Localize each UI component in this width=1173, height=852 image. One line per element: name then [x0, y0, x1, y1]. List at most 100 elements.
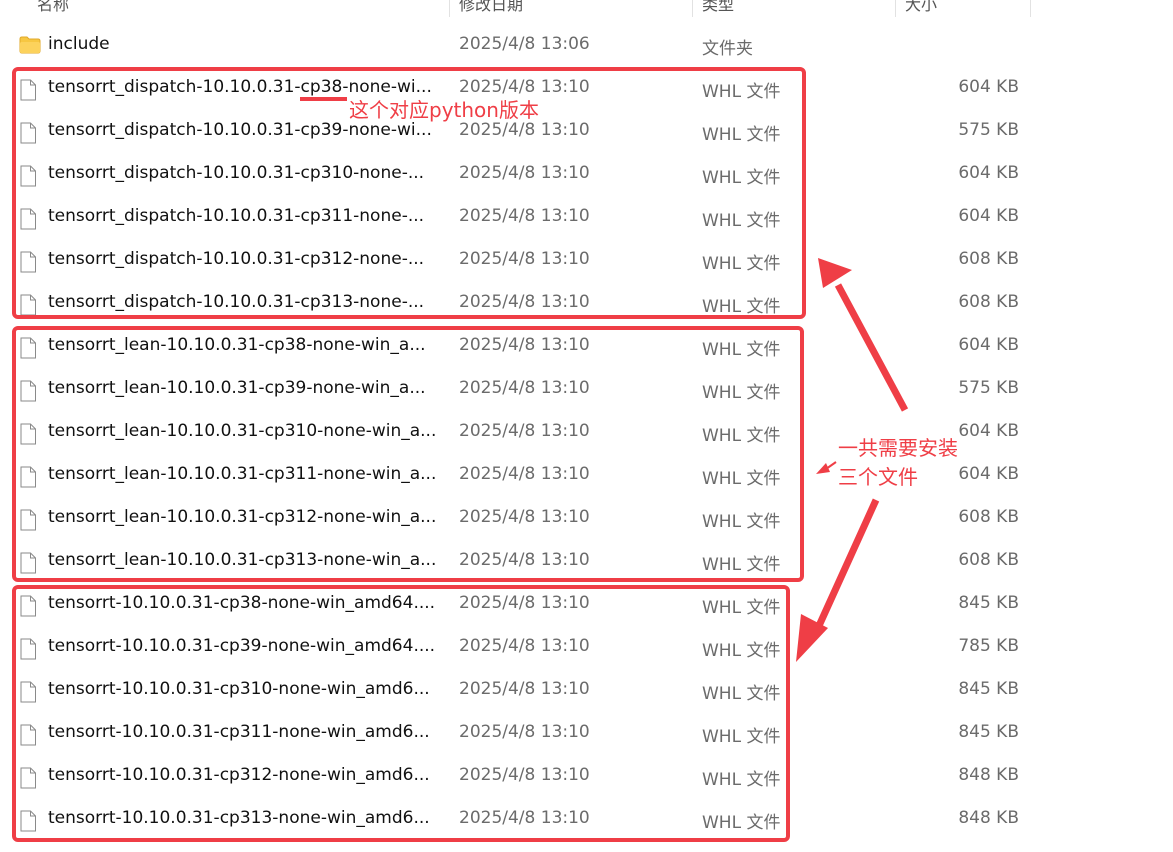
file-type: WHL 文件 — [702, 340, 781, 360]
column-divider[interactable] — [692, 0, 693, 17]
file-name: tensorrt_dispatch-10.10.0.31-cp310-none-… — [48, 163, 425, 183]
file-type: WHL 文件 — [702, 211, 781, 231]
file-icon — [19, 165, 37, 191]
file-date: 2025/4/8 13:10 — [459, 808, 590, 828]
file-size: 575 KB — [958, 378, 1019, 398]
file-date: 2025/4/8 13:10 — [459, 722, 590, 742]
file-size: 608 KB — [958, 249, 1019, 269]
file-icon — [19, 423, 37, 449]
file-icon — [19, 681, 37, 707]
file-icon — [19, 638, 37, 664]
file-name: tensorrt_dispatch-10.10.0.31-cp311-none-… — [48, 206, 425, 226]
file-size: 608 KB — [958, 550, 1019, 570]
file-type: WHL 文件 — [702, 297, 781, 317]
file-name: tensorrt_lean-10.10.0.31-cp311-none-win_… — [48, 464, 437, 484]
file-row[interactable]: tensorrt_dispatch-10.10.0.31-cp313-none-… — [0, 282, 1040, 325]
file-size: 845 KB — [958, 722, 1019, 742]
file-row[interactable]: tensorrt_lean-10.10.0.31-cp39-none-win_a… — [0, 368, 1040, 411]
file-row[interactable]: tensorrt_lean-10.10.0.31-cp312-none-win_… — [0, 497, 1040, 540]
file-size: 604 KB — [958, 163, 1019, 183]
file-icon — [19, 595, 37, 621]
file-size: 604 KB — [958, 335, 1019, 355]
file-type: WHL 文件 — [702, 512, 781, 532]
file-icon — [19, 466, 37, 492]
file-type: WHL 文件 — [702, 684, 781, 704]
file-icon — [19, 208, 37, 234]
file-icon — [19, 337, 37, 363]
file-row[interactable]: tensorrt-10.10.0.31-cp310-none-win_amd6.… — [0, 669, 1040, 712]
file-date: 2025/4/8 13:10 — [459, 206, 590, 226]
annotation-install-note-line2: 三个文件 — [838, 465, 918, 489]
file-date: 2025/4/8 13:10 — [459, 550, 590, 570]
column-type-header[interactable]: 类型 — [702, 0, 734, 15]
file-size: 604 KB — [958, 206, 1019, 226]
file-row[interactable]: tensorrt-10.10.0.31-cp311-none-win_amd6.… — [0, 712, 1040, 755]
folder-icon — [19, 36, 41, 58]
file-icon — [19, 509, 37, 535]
annotation-install-note-line1: 一共需要安装 — [838, 436, 958, 460]
column-size-header[interactable]: 大小 — [905, 0, 937, 15]
annotation-python-version-note: 这个对应python版本 — [349, 98, 539, 122]
folder-row[interactable]: include 2025/4/8 13:06 文件夹 — [0, 24, 1040, 67]
file-date: 2025/4/8 13:10 — [459, 249, 590, 269]
file-type: WHL 文件 — [702, 469, 781, 489]
file-name: tensorrt-10.10.0.31-cp311-none-win_amd6.… — [48, 722, 430, 742]
file-type: 文件夹 — [702, 39, 753, 59]
file-icon — [19, 767, 37, 793]
file-size: 848 KB — [958, 765, 1019, 785]
file-type: WHL 文件 — [702, 383, 781, 403]
file-date: 2025/4/8 13:10 — [459, 593, 590, 613]
file-date: 2025/4/8 13:10 — [459, 335, 590, 355]
file-date: 2025/4/8 13:10 — [459, 77, 590, 97]
file-name: tensorrt-10.10.0.31-cp312-none-win_amd6.… — [48, 765, 430, 785]
file-type: WHL 文件 — [702, 813, 781, 833]
file-date: 2025/4/8 13:10 — [459, 464, 590, 484]
file-date: 2025/4/8 13:10 — [459, 378, 590, 398]
file-name: tensorrt_lean-10.10.0.31-cp38-none-win_a… — [48, 335, 426, 355]
file-icon — [19, 251, 37, 277]
file-name: include — [48, 34, 110, 54]
file-size: 845 KB — [958, 593, 1019, 613]
file-size: 608 KB — [958, 507, 1019, 527]
file-icon — [19, 294, 37, 320]
file-size: 845 KB — [958, 679, 1019, 699]
column-date-header[interactable]: 修改日期 — [459, 0, 523, 15]
file-name: tensorrt_lean-10.10.0.31-cp313-none-win_… — [48, 550, 437, 570]
file-type: WHL 文件 — [702, 770, 781, 790]
file-name: tensorrt-10.10.0.31-cp313-none-win_amd6.… — [48, 808, 430, 828]
file-name: tensorrt_dispatch-10.10.0.31-cp312-none-… — [48, 249, 425, 269]
file-name: tensorrt_dispatch-10.10.0.31-cp39-none-w… — [48, 120, 432, 140]
file-date: 2025/4/8 13:10 — [459, 507, 590, 527]
column-divider[interactable] — [449, 0, 450, 17]
column-divider[interactable] — [895, 0, 896, 17]
file-type: WHL 文件 — [702, 727, 781, 747]
file-type: WHL 文件 — [702, 598, 781, 618]
file-name: tensorrt_dispatch-10.10.0.31-cp38-none-w… — [48, 77, 432, 97]
file-icon — [19, 380, 37, 406]
file-date: 2025/4/8 13:06 — [459, 34, 590, 54]
file-row[interactable]: tensorrt_dispatch-10.10.0.31-cp311-none-… — [0, 196, 1040, 239]
file-date: 2025/4/8 13:10 — [459, 679, 590, 699]
file-size: 608 KB — [958, 292, 1019, 312]
file-icon — [19, 724, 37, 750]
file-row[interactable]: tensorrt-10.10.0.31-cp39-none-win_amd64.… — [0, 626, 1040, 669]
file-row[interactable]: tensorrt-10.10.0.31-cp38-none-win_amd64.… — [0, 583, 1040, 626]
file-date: 2025/4/8 13:10 — [459, 636, 590, 656]
file-type: WHL 文件 — [702, 641, 781, 661]
file-name: tensorrt_lean-10.10.0.31-cp310-none-win_… — [48, 421, 437, 441]
file-size: 604 KB — [958, 77, 1019, 97]
file-row[interactable]: tensorrt_dispatch-10.10.0.31-cp312-none-… — [0, 239, 1040, 282]
file-size: 848 KB — [958, 808, 1019, 828]
column-name-header[interactable]: 名称 — [37, 0, 69, 15]
file-row[interactable]: tensorrt-10.10.0.31-cp312-none-win_amd6.… — [0, 755, 1040, 798]
file-date: 2025/4/8 13:10 — [459, 163, 590, 183]
file-row[interactable]: tensorrt_lean-10.10.0.31-cp38-none-win_a… — [0, 325, 1040, 368]
file-date: 2025/4/8 13:10 — [459, 120, 590, 140]
file-row[interactable]: tensorrt_dispatch-10.10.0.31-cp310-none-… — [0, 153, 1040, 196]
file-row[interactable]: tensorrt_lean-10.10.0.31-cp313-none-win_… — [0, 540, 1040, 583]
file-row[interactable]: tensorrt-10.10.0.31-cp313-none-win_amd6.… — [0, 798, 1040, 841]
file-icon — [19, 79, 37, 105]
file-date: 2025/4/8 13:10 — [459, 765, 590, 785]
file-name: tensorrt-10.10.0.31-cp310-none-win_amd6.… — [48, 679, 430, 699]
column-divider[interactable] — [1030, 0, 1031, 17]
